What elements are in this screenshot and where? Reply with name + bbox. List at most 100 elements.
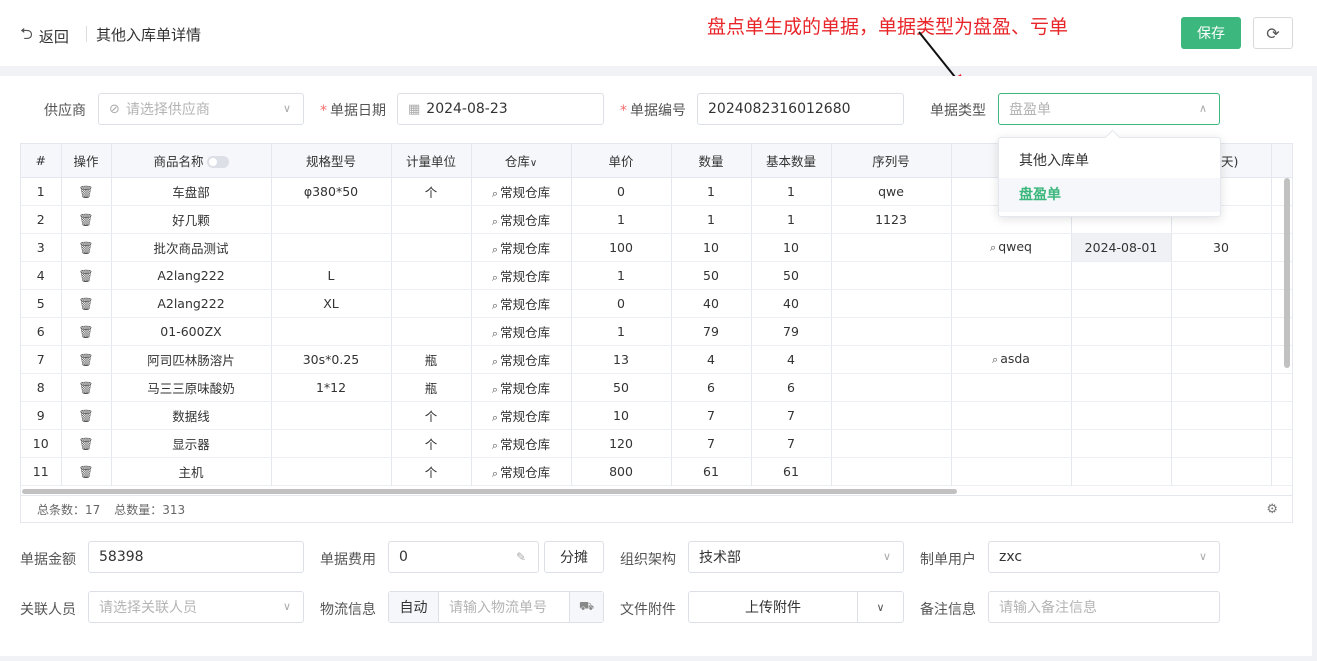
cell-spec[interactable] [271,401,392,430]
cell-batch[interactable]: ⌕ asda [951,345,1072,374]
cell-batch[interactable] [951,261,1072,290]
table-row[interactable]: 5 🗑 A2lang222 XL ⌕ 常规仓库 0 40 40 [21,289,1292,318]
dropdown-option-surplus[interactable]: 盘盈单 [999,178,1220,212]
cell-batch[interactable] [951,457,1072,486]
truck-icon[interactable]: ⛟ [569,592,603,622]
edit-icon[interactable]: ✎ [516,550,526,564]
trash-icon[interactable]: 🗑 [78,213,93,227]
type-select[interactable]: 盘盈单 ∧ [998,93,1220,125]
cell-action[interactable]: 🗑 [61,345,112,374]
col-header-warehouse[interactable]: 仓库∨ [471,144,572,178]
cell-spec[interactable] [271,317,392,346]
cell-date[interactable] [1071,429,1172,458]
cell-spec[interactable]: L [271,261,392,290]
cell-warehouse[interactable]: ⌕ 常规仓库 [471,289,572,318]
cell-action[interactable]: 🗑 [61,429,112,458]
cell-unit[interactable]: 个 [391,457,472,486]
cell-spec[interactable]: XL [271,289,392,318]
trash-icon[interactable]: 🗑 [78,297,93,311]
cell-price[interactable]: 800 [571,457,672,486]
cell-serial[interactable]: 1123 [831,205,952,234]
cell-days[interactable] [1171,401,1272,430]
cell-price[interactable]: 0 [571,289,672,318]
cell-product[interactable]: 数据线 [111,401,272,430]
upload-button[interactable]: 上传附件 [689,597,857,617]
cell-action[interactable]: 🗑 [61,317,112,346]
cell-batch[interactable]: ⌕ qweq [951,233,1072,262]
logistics-auto-button[interactable]: 自动 [389,592,439,622]
cell-spec[interactable] [271,233,392,262]
cell-price[interactable]: 1 [571,261,672,290]
cell-product[interactable]: 马三三原味酸奶 [111,373,272,402]
refresh-button[interactable]: ⟳ [1253,17,1293,49]
chevron-down-icon[interactable]: ∨ [857,592,903,622]
cell-action[interactable]: 🗑 [61,401,112,430]
cell-warehouse[interactable]: ⌕ 常规仓库 [471,401,572,430]
cell-qty[interactable]: 6 [671,373,752,402]
cell-qty[interactable]: 7 [671,429,752,458]
cell-product[interactable]: 主机 [111,457,272,486]
remark-input[interactable]: 请输入备注信息 [988,591,1220,623]
cell-product[interactable]: 批次商品测试 [111,233,272,262]
cell-product[interactable]: 01-600ZX [111,317,272,346]
cell-qty[interactable]: 1 [671,205,752,234]
trash-icon[interactable]: 🗑 [78,241,93,255]
cell-unit[interactable] [391,317,472,346]
cell-action[interactable]: 🗑 [61,373,112,402]
cell-days[interactable] [1171,317,1272,346]
split-button[interactable]: 分摊 [544,541,604,573]
cell-product[interactable]: 车盘部 [111,177,272,206]
cell-price[interactable]: 1 [571,317,672,346]
cell-date[interactable]: 2024-08-01 [1071,233,1172,262]
cell-batch[interactable] [951,373,1072,402]
user-select[interactable]: zxc ∨ [988,541,1220,573]
cell-qty[interactable]: 79 [671,317,752,346]
cell-serial[interactable] [831,457,952,486]
cell-warehouse[interactable]: ⌕ 常规仓库 [471,373,572,402]
toggle-switch[interactable] [206,156,229,169]
cell-unit[interactable]: 个 [391,429,472,458]
cell-unit[interactable] [391,289,472,318]
cell-warehouse[interactable]: ⌕ 常规仓库 [471,429,572,458]
cell-spec[interactable] [271,429,392,458]
gear-icon[interactable]: ⚙ [1266,502,1278,517]
cell-serial[interactable] [831,317,952,346]
cell-price[interactable]: 0 [571,177,672,206]
table-row[interactable]: 11 🗑 主机个 ⌕ 常规仓库 800 61 61 [21,457,1292,486]
logistics-input[interactable]: 请输入物流单号 [439,597,569,617]
cell-action[interactable]: 🗑 [61,233,112,262]
cell-unit[interactable]: 瓶 [391,373,472,402]
back-button[interactable]: ⮌ 返回 [20,23,69,50]
cell-warehouse[interactable]: ⌕ 常规仓库 [471,317,572,346]
cell-days[interactable] [1171,345,1272,374]
cell-batch[interactable] [951,401,1072,430]
cell-warehouse[interactable]: ⌕ 常规仓库 [471,457,572,486]
cell-price[interactable]: 50 [571,373,672,402]
cell-warehouse[interactable]: ⌕ 常规仓库 [471,345,572,374]
cell-price[interactable]: 100 [571,233,672,262]
cell-date[interactable] [1071,317,1172,346]
trash-icon[interactable]: 🗑 [78,381,93,395]
cell-action[interactable]: 🗑 [61,205,112,234]
cell-serial[interactable] [831,345,952,374]
cell-qty[interactable]: 40 [671,289,752,318]
cell-qty[interactable]: 61 [671,457,752,486]
cell-action[interactable]: 🗑 [61,177,112,206]
table-row[interactable]: 9 🗑 数据线个 ⌕ 常规仓库 10 7 7 [21,401,1292,430]
cell-serial[interactable] [831,429,952,458]
dropdown-option-other-inbound[interactable]: 其他入库单 [999,144,1220,178]
cell-price[interactable]: 10 [571,401,672,430]
cell-spec[interactable]: φ380*50 [271,177,392,206]
org-select[interactable]: 技术部 ∨ [688,541,904,573]
save-button[interactable]: 保存 [1181,17,1241,49]
cell-days[interactable] [1171,429,1272,458]
number-input[interactable]: 2024082316012680 [697,93,904,125]
amount-input[interactable]: 58398 [88,541,304,573]
cell-batch[interactable] [951,317,1072,346]
date-input[interactable]: ▦ 2024-08-23 [397,93,604,125]
cell-unit[interactable]: 个 [391,401,472,430]
cell-date[interactable] [1071,401,1172,430]
cell-unit[interactable]: 瓶 [391,345,472,374]
table-row[interactable]: 10 🗑 显示器个 ⌕ 常规仓库 120 7 7 [21,429,1292,458]
cell-product[interactable]: 好几颗 [111,205,272,234]
